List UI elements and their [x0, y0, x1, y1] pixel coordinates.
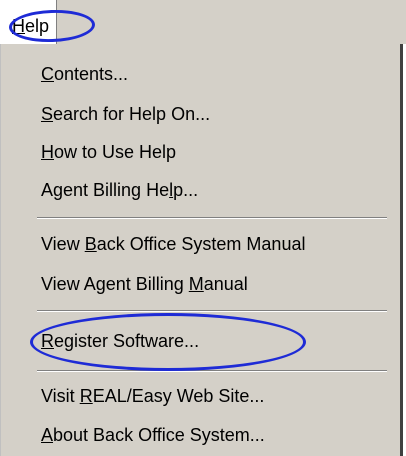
menu-item-contents[interactable]: Contents... [41, 56, 128, 92]
menu-separator [37, 370, 387, 372]
menu-separator [37, 310, 387, 312]
menu-item-visit-real-easy-web-site[interactable]: Visit REAL/Easy Web Site... [41, 378, 264, 414]
menu-item-view-agent-billing-manual[interactable]: View Agent Billing Manual [41, 266, 248, 302]
help-dropdown-menu: Contents... Search for Help On... How to… [0, 44, 403, 456]
menu-item-view-back-office-system-manual[interactable]: View Back Office System Manual [41, 226, 305, 262]
menu-item-how-to-use-help[interactable]: How to Use Help [41, 134, 176, 170]
register-highlight-circle [30, 313, 306, 371]
menu-item-agent-billing-help[interactable]: Agent Billing Help... [41, 172, 198, 208]
menu-item-search-for-help-on[interactable]: Search for Help On... [41, 96, 210, 132]
menu-separator [37, 217, 387, 219]
menu-item-about-back-office-system[interactable]: About Back Office System... [41, 417, 265, 453]
